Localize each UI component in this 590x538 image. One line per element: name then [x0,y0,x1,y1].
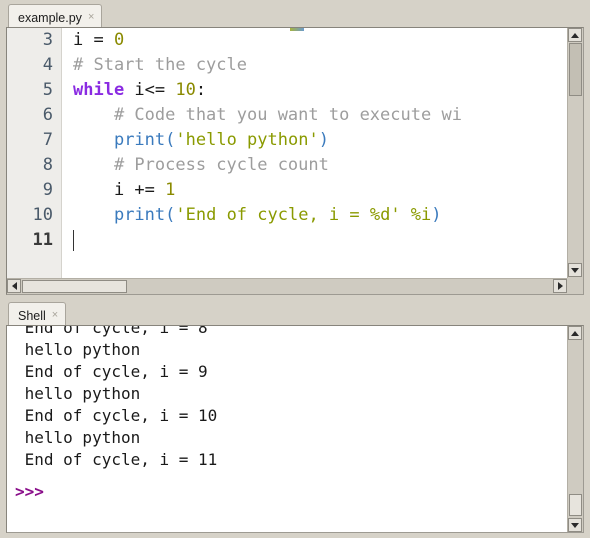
code-editor-viewport[interactable]: 3i = 0 4 # Start the cycle 5 while i<= 10: 6 … [7,28,567,278]
token-fn: print [113,130,166,150]
code-text: i += 1 [73,178,175,203]
shell-output-line: hello python [15,340,141,359]
close-icon[interactable]: × [88,11,94,24]
token-punct: ( [165,130,176,150]
line-number: 8 [42,155,53,175]
shell-output-line: hello python [15,384,141,403]
token-pl: i [73,30,94,50]
code-line[interactable]: 3i = 0 [7,28,567,53]
code-line[interactable]: 9 i += 1 [7,178,567,203]
code-text: print('hello python') [73,128,329,153]
line-number: 11 [32,230,53,250]
text-caret [73,230,74,251]
tab-example-py[interactable]: example.py × [8,4,103,28]
token-punct: ( [165,205,176,225]
arrow-down-icon[interactable] [568,518,582,532]
editor-horizontal-scrollbar[interactable] [7,278,567,294]
shell-output-line: End of cycle, i = 8 [15,326,208,337]
editor-vscroll-thumb[interactable] [569,43,582,96]
shell-panel: python End of cycle, i = 8 hello python … [6,325,584,533]
shell-viewport[interactable]: python End of cycle, i = 8 hello python … [7,326,567,532]
arrow-up-icon[interactable] [568,28,582,42]
token-kw: while [73,80,125,100]
token-punct: ) [318,130,329,150]
token-str: 'End of cycle, i = %d' %i [175,205,432,225]
shell-output-line: End of cycle, i = 10 [15,406,218,425]
code-line[interactable]: 4 # Start the cycle [7,53,567,78]
tab-label: example.py [18,10,82,25]
code-text: # Process cycle count [73,153,329,178]
code-line[interactable]: 7 print('hello python') [7,128,567,153]
shell-vscroll-thumb[interactable] [569,494,582,516]
token-num: 10 [175,80,196,100]
close-icon[interactable]: × [52,309,58,322]
tab-shell[interactable]: Shell × [8,302,67,326]
code-line[interactable]: 11 [7,228,567,253]
line-number: 5 [42,80,53,100]
token-fn: print [113,205,166,225]
token-com: # Code that you want to execute wi [73,105,462,125]
shell-output-line: End of cycle, i = 11 [15,450,218,469]
line-number: 9 [42,180,53,200]
token-pl: = [93,30,114,50]
arrow-right-icon[interactable] [553,279,567,293]
shell-tabstrip: Shell × [0,298,590,326]
code-lines[interactable]: 3i = 0 4 # Start the cycle 5 while i<= 10: 6 … [7,28,567,278]
shell-output-line: End of cycle, i = 9 [15,362,208,381]
line-number: 4 [42,55,53,75]
token-str: 'hello python' [175,130,319,150]
token-com: # Start the cycle [73,55,247,75]
code-text: # Start the cycle [73,53,247,78]
arrow-down-icon[interactable] [568,263,582,277]
code-line[interactable]: 6 # Code that you want to execute wi [7,103,567,128]
shell-output-line: hello python [15,428,141,447]
line-number: 7 [42,130,53,150]
token-num: 0 [113,30,125,50]
shell-vertical-scrollbar[interactable] [567,326,583,532]
editor-hscroll-thumb[interactable] [22,280,127,293]
shell-prompt[interactable]: >>> [15,481,567,503]
token-num: 1 [165,180,176,200]
code-line[interactable]: 10 print('End of cycle, i = %d' %i) [7,203,567,228]
scrollbar-corner [567,278,583,294]
line-number: 10 [32,205,53,225]
token-pl: i += [73,180,166,200]
token-com: # Process cycle count [73,155,329,175]
token-pl: i<= [124,80,176,100]
line-number: 3 [42,30,53,50]
code-editor-panel: 3i = 0 4 # Start the cycle 5 while i<= 10: 6 … [6,27,584,295]
token-pl: : [195,80,207,100]
line-number: 6 [42,105,53,125]
code-line[interactable]: 8 # Process cycle count [7,153,567,178]
code-text: while i<= 10: [73,78,206,103]
code-text: i = 0 [73,28,124,53]
token-punct: ) [431,205,442,225]
code-text: # Code that you want to execute wi [73,103,462,128]
shell-output: python End of cycle, i = 8 hello python … [15,326,567,471]
editor-tabstrip: example.py × [0,0,590,28]
thonny-ide-window: example.py × 3i = 0 4 # Start the cycle 5 wh… [0,0,590,538]
arrow-up-icon[interactable] [568,326,582,340]
tab-label: Shell [18,308,46,323]
editor-vertical-scrollbar[interactable] [567,28,583,294]
code-text: print('End of cycle, i = %d' %i) [73,203,442,228]
arrow-left-icon[interactable] [7,279,21,293]
code-line[interactable]: 5 while i<= 10: [7,78,567,103]
